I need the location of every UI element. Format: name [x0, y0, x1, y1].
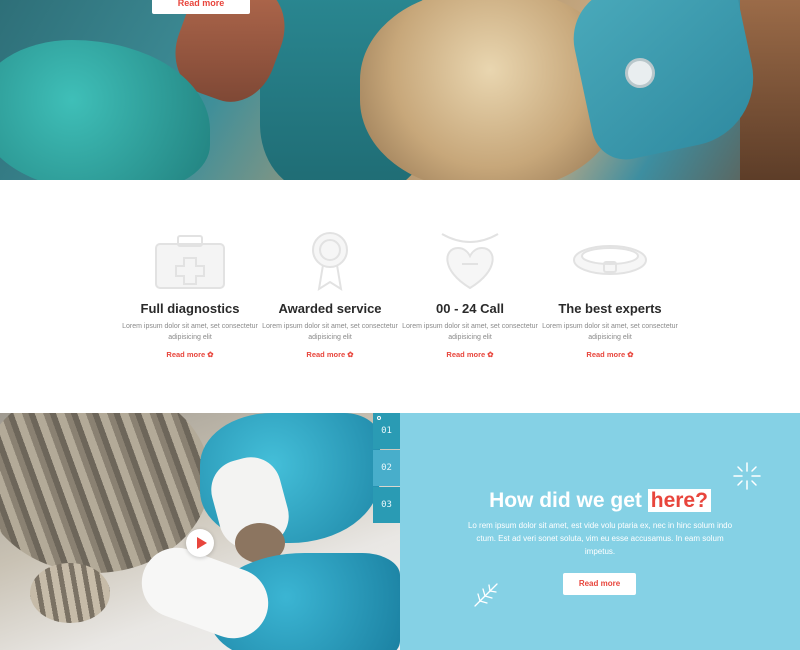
hero-read-more-button[interactable]: Read more [152, 0, 250, 14]
sparkle-icon [733, 462, 761, 490]
leaf-icon [474, 583, 498, 607]
feature-read-more-link[interactable]: Read more ✿ [390, 350, 550, 359]
story-title-highlight: here? [647, 489, 711, 512]
play-video-button[interactable] [186, 529, 214, 557]
feature-title: Awarded service [278, 301, 382, 316]
feature-title: 00 - 24 Call [436, 301, 504, 316]
slide-tab-2[interactable]: 02 [373, 450, 400, 486]
hero-cap-button-shape [625, 58, 655, 88]
page: Read more Full diagnostics Lorem ipsum d… [0, 0, 800, 650]
slider-dot [377, 416, 381, 420]
feature-title: The best experts [558, 301, 662, 316]
feature-description: Lorem ipsum dolor sit amet, set consecte… [402, 323, 538, 341]
paw-icon: ✿ [207, 350, 214, 359]
feature-link-label[interactable]: Read more [166, 350, 205, 359]
feature-card: Full diagnostics Lorem ipsum dolor sit a… [110, 180, 270, 413]
story-section: 01 02 03 How did we get here? Lo rem ips… [0, 413, 800, 650]
cat-paw-shape [30, 563, 110, 623]
heart-tag-icon [441, 233, 499, 290]
feature-card: 00 - 24 Call Lorem ipsum dolor sit amet,… [390, 180, 550, 413]
feature-description: Lorem ipsum dolor sit amet, set consecte… [122, 323, 258, 341]
award-ribbon-icon [312, 232, 348, 292]
feature-read-more-link[interactable]: Read more ✿ [110, 350, 270, 359]
story-title-text: How did we get [489, 489, 642, 512]
features-section: Full diagnostics Lorem ipsum dolor sit a… [0, 180, 800, 413]
feature-link-label[interactable]: Read more [586, 350, 625, 359]
story-read-more-button[interactable]: Read more [563, 573, 636, 595]
slide-tab-3[interactable]: 03 [373, 487, 400, 523]
feature-read-more-link[interactable]: Read more ✿ [250, 350, 410, 359]
paw-icon: ✿ [487, 350, 494, 359]
feature-card: The best experts Lorem ipsum dolor sit a… [530, 180, 690, 413]
feature-link-label[interactable]: Read more [446, 350, 485, 359]
story-panel: How did we get here? Lo rem ipsum dolor … [400, 413, 800, 650]
feature-link-label[interactable]: Read more [306, 350, 345, 359]
feature-card: Awarded service Lorem ipsum dolor sit am… [250, 180, 410, 413]
paw-icon: ✿ [627, 350, 634, 359]
slider-nav: 01 02 03 [373, 413, 400, 523]
pet-collar-icon [573, 245, 647, 275]
cat-photo [0, 413, 400, 650]
first-aid-kit-icon [155, 235, 225, 289]
feature-description: Lorem ipsum dolor sit amet, set consecte… [542, 323, 678, 341]
story-title: How did we get here? [400, 489, 800, 513]
hero-cap-shape [564, 0, 766, 166]
paw-icon: ✿ [347, 350, 354, 359]
story-text: Lo rem ipsum dolor sit amet, est vide vo… [467, 521, 733, 556]
feature-description: Lorem ipsum dolor sit amet, set consecte… [262, 323, 398, 341]
hero-image: Read more [0, 0, 800, 180]
feature-read-more-link[interactable]: Read more ✿ [530, 350, 690, 359]
feature-title: Full diagnostics [140, 301, 240, 316]
